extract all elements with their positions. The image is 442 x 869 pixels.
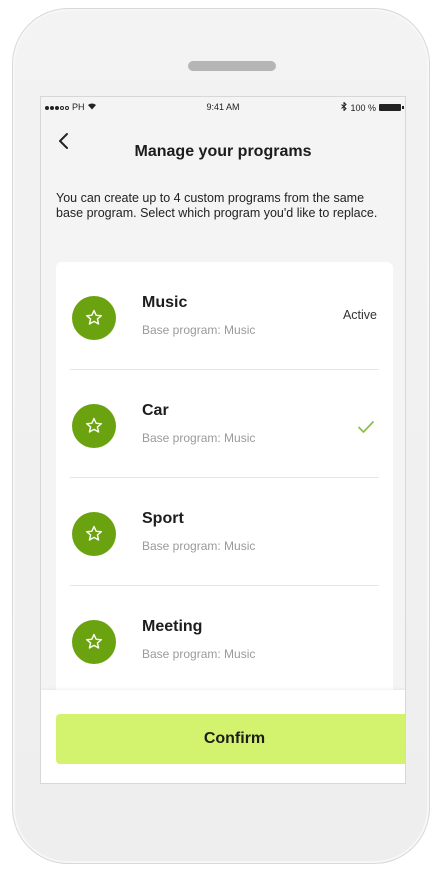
star-icon [86, 417, 102, 433]
speaker-grille [188, 61, 276, 71]
program-base: Base program: Music [142, 539, 256, 553]
battery-icon [379, 104, 404, 111]
program-badge [72, 296, 116, 340]
program-badge [72, 404, 116, 448]
bluetooth-icon [341, 101, 348, 113]
active-status-label: Active [342, 308, 377, 322]
program-list: Music Base program: Music Active Car Bas… [56, 262, 393, 702]
status-right: 100 % [341, 101, 404, 113]
program-base: Base program: Music [142, 647, 256, 661]
program-badge [72, 620, 116, 664]
confirm-button[interactable]: Confirm [56, 714, 405, 764]
program-row-car[interactable]: Car Base program: Music [56, 370, 393, 478]
intro-text: You can create up to 4 custom programs f… [56, 191, 378, 220]
star-icon [86, 309, 102, 325]
page-title: Manage your programs [134, 143, 312, 160]
program-name: Sport [142, 510, 184, 527]
program-name: Car [142, 402, 169, 419]
program-base: Base program: Music [142, 323, 256, 337]
star-icon [86, 633, 102, 649]
star-icon [86, 525, 102, 541]
phone-frame: PH 9:41 AM 100 % Manage your programs Yo… [12, 8, 430, 864]
program-badge [72, 512, 116, 556]
program-name: Music [142, 294, 188, 311]
checkmark-icon [358, 421, 374, 433]
program-name: Meeting [142, 618, 203, 635]
program-row-meeting[interactable]: Meeting Base program: Music [56, 586, 393, 694]
header: Manage your programs [41, 117, 405, 161]
status-bar: PH 9:41 AM 100 % [41, 97, 405, 117]
app-screen: PH 9:41 AM 100 % Manage your programs Yo… [40, 96, 406, 784]
program-base: Base program: Music [142, 431, 256, 445]
battery-percentage: 100 % [350, 102, 376, 113]
program-row-music[interactable]: Music Base program: Music Active [56, 262, 393, 370]
footer-bar: Confirm [41, 690, 405, 783]
program-row-sport[interactable]: Sport Base program: Music [56, 478, 393, 586]
